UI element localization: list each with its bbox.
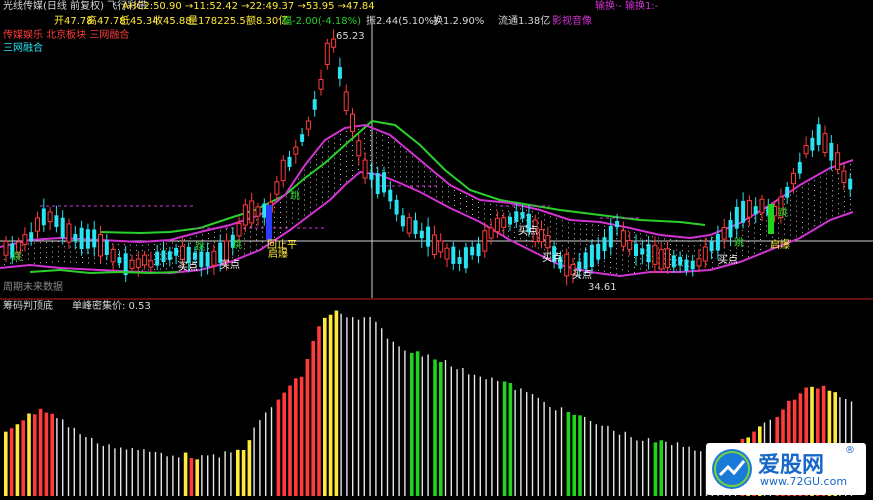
watermark-reg: ® (845, 445, 855, 456)
indicator-avg-cost: 单峰密集价: 0.53 (72, 301, 151, 312)
buy-point-label: 买点 (572, 270, 592, 281)
band-dots (4, 128, 851, 275)
jump-label: 跳 (290, 191, 300, 202)
quote-close: 收45.88 (153, 16, 192, 27)
low-price-label: 34.61 (588, 282, 617, 293)
high-price-label: 65.23 (336, 31, 365, 42)
quote-change: 幅-2.00(-4.18%) (282, 16, 362, 27)
concept-tag: 三网融合 (3, 43, 43, 54)
quote-amplitude: 振2.44(5.10%) (366, 16, 438, 27)
watermark-logo: 爱股网 ® www.72GU.com (706, 443, 866, 495)
watermark-icon (712, 449, 752, 489)
stock-chart[interactable] (0, 0, 873, 500)
quote-volume: 量178225.5 (188, 16, 246, 27)
launch-label: 启爆 (268, 249, 288, 260)
top-right-readout: 输换·- 输换1:- (595, 1, 659, 12)
watermark-url: www.72GU.com (760, 475, 848, 488)
buy-point-label: 买点 (718, 255, 738, 266)
candles (3, 29, 853, 286)
indicator-name: 筹码判顶底 (3, 301, 53, 312)
jump-label: 跳 (232, 240, 242, 251)
quote-turnover: 换1.2.90% (433, 16, 485, 27)
ahc-readout: AHC2:50.90 →11:52.42 →22:49.37 →53.95 →4… (122, 1, 375, 12)
jump-label: 跳 (734, 238, 744, 249)
jump-label: 跳 (12, 252, 22, 263)
launch-label: 启爆 (770, 240, 790, 251)
buy-point-label: 买点 (542, 253, 562, 264)
quote-concept: 影视音像 (552, 16, 592, 27)
sector-tags: 传媒娱乐 北京板块 三网融合 (3, 30, 130, 41)
buy-point-label: 买点 (518, 226, 538, 237)
buy-point-label: 买点 (178, 262, 198, 273)
buy-point-label: 买点 (220, 260, 240, 271)
future-data-label: 周期未来数据 (3, 282, 63, 293)
jump-label: 跳 (778, 208, 788, 219)
quote-float: 流通1.38亿 (498, 16, 551, 27)
jump-label: 跳 (195, 242, 205, 253)
